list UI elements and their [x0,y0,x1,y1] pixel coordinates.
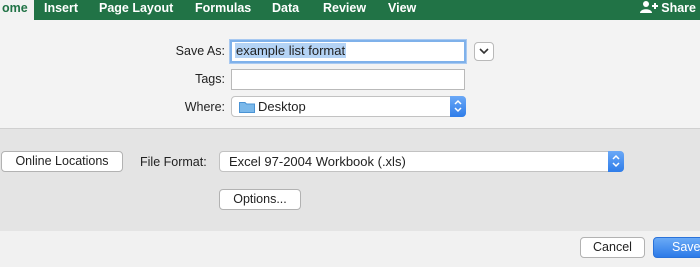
save-dialog-top: Save As: example list format Tags: Where… [0,20,700,128]
chevron-down-icon [479,48,489,55]
cancel-button[interactable]: Cancel [580,237,645,258]
where-stepper [450,96,466,117]
save-dialog-options: Online Locations File Format: Excel 97-2… [0,128,700,232]
save-as-input[interactable]: example list format [230,40,466,63]
save-dialog-footer: Cancel Save [0,231,700,267]
tags-label: Tags: [195,72,225,86]
tab-page-layout[interactable]: Page Layout [99,0,173,20]
tab-view[interactable]: View [388,0,416,20]
save-as-label: Save As: [175,44,225,58]
tab-review[interactable]: Review [323,0,366,20]
tab-formulas[interactable]: Formulas [195,0,251,20]
file-format-value: Excel 97-2004 Workbook (.xls) [229,154,406,169]
add-person-icon [640,0,659,18]
share-label: Share [661,1,696,15]
file-format-popup[interactable]: Excel 97-2004 Workbook (.xls) [219,151,624,172]
tab-insert[interactable]: Insert [44,0,78,20]
save-as-value: example list format [235,43,347,58]
up-down-arrows-icon [612,154,620,168]
expand-dialog-button[interactable] [474,42,494,61]
where-value: Desktop [258,99,306,114]
file-format-label: File Format: [140,155,207,169]
where-label: Where: [184,100,225,114]
folder-icon [239,100,255,116]
share-button[interactable]: Share [640,0,696,20]
options-button[interactable]: Options... [219,189,301,210]
up-down-arrows-icon [454,99,462,113]
tags-input[interactable] [231,69,465,90]
save-button[interactable]: Save [653,237,700,258]
where-popup[interactable]: Desktop [231,96,466,117]
online-locations-button[interactable]: Online Locations [1,151,123,172]
ribbon-tab-bar: ome Insert Page Layout Formulas Data Rev… [0,0,700,20]
tab-data[interactable]: Data [272,0,299,20]
tab-home[interactable]: ome [0,0,34,20]
file-format-stepper [608,151,624,172]
